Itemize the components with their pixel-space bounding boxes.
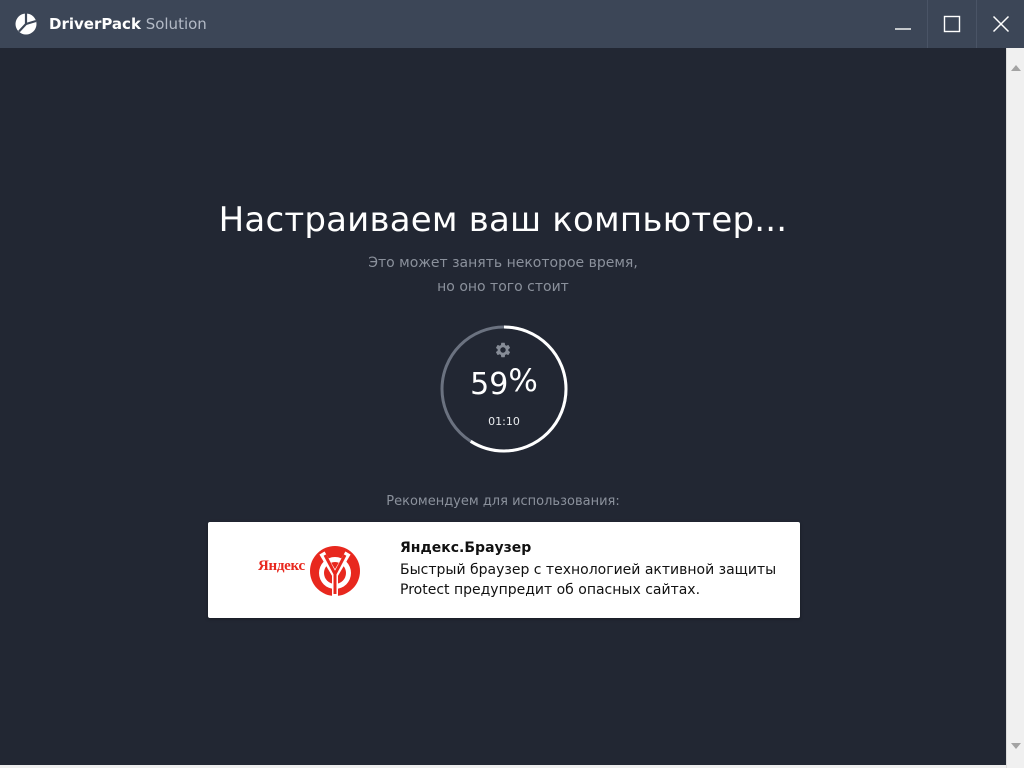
yandex-logo-text: Яндекс bbox=[258, 558, 305, 574]
maximize-button[interactable] bbox=[927, 0, 976, 48]
scroll-down-icon[interactable] bbox=[1011, 743, 1021, 749]
title-bar: DriverPack Solution bbox=[0, 0, 1024, 48]
recommendation-description-line-2: Protect предупредит об опасных сайтах. bbox=[400, 582, 701, 598]
app-title-suffix: Solution bbox=[140, 15, 207, 33]
recommendation-description-line-1: Быстрый браузер с технологией активной з… bbox=[400, 562, 777, 578]
elapsed-time: 01:10 bbox=[488, 415, 520, 428]
recommendation-title: Яндекс.Браузер bbox=[400, 540, 532, 556]
progress-percent-sign: % bbox=[508, 363, 538, 399]
yandex-browser-icon bbox=[310, 546, 360, 596]
maximize-icon bbox=[943, 15, 961, 33]
app-title-brand: DriverPack bbox=[49, 15, 141, 33]
recommend-label: Рекомендуем для использования: bbox=[386, 494, 620, 509]
gear-icon bbox=[495, 342, 511, 358]
scroll-up-icon[interactable] bbox=[1011, 65, 1021, 71]
page-title: Настраиваем ваш компьютер... bbox=[218, 200, 788, 240]
close-icon bbox=[992, 15, 1010, 33]
progress-percent: 59% bbox=[437, 363, 571, 402]
recommendation-description: Быстрый браузер с технологией активной з… bbox=[400, 560, 780, 600]
subtitle-line-1: Это может занять некоторое время, bbox=[368, 255, 638, 271]
vertical-scrollbar[interactable] bbox=[1006, 48, 1024, 768]
recommendation-card[interactable]: Яндекс Яндекс.Браузер Быстрый браузер с … bbox=[208, 522, 800, 618]
driverpack-logo-icon bbox=[15, 13, 37, 35]
progress-value: 59 bbox=[470, 367, 509, 402]
app-title: DriverPack Solution bbox=[49, 13, 207, 35]
subtitle-line-2: но оно того стоит bbox=[437, 279, 569, 295]
minimize-button[interactable] bbox=[879, 0, 927, 48]
close-button[interactable] bbox=[976, 0, 1024, 48]
minimize-icon bbox=[895, 28, 911, 30]
